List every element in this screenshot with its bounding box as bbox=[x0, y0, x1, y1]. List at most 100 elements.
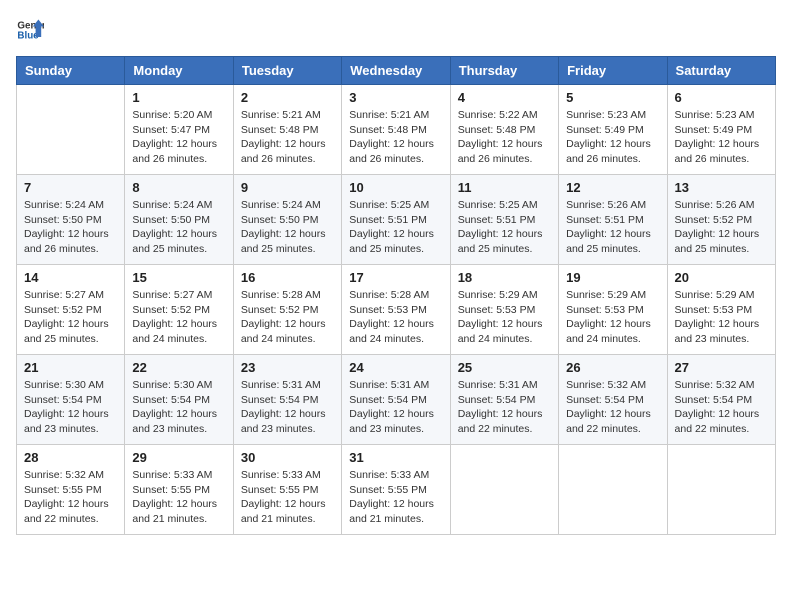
calendar-cell: 7 Sunrise: 5:24 AM Sunset: 5:50 PM Daylig… bbox=[17, 175, 125, 265]
calendar-cell: 22 Sunrise: 5:30 AM Sunset: 5:54 PM Dayli… bbox=[125, 355, 233, 445]
col-header-tuesday: Tuesday bbox=[233, 57, 341, 85]
day-info: Sunrise: 5:32 AM Sunset: 5:54 PM Dayligh… bbox=[675, 378, 768, 437]
day-number: 6 bbox=[675, 90, 768, 105]
calendar-cell: 29Sunrise: 5:33 AM Sunset: 5:55 PM Dayli… bbox=[125, 445, 233, 535]
calendar-cell: 20 Sunrise: 5:29 AM Sunset: 5:53 PM Dayli… bbox=[667, 265, 775, 355]
calendar-cell bbox=[667, 445, 775, 535]
day-number: 17 bbox=[349, 270, 442, 285]
day-number: 4 bbox=[458, 90, 551, 105]
day-number: 1 bbox=[132, 90, 225, 105]
col-header-friday: Friday bbox=[559, 57, 667, 85]
calendar-week-5: 28 Sunrise: 5:32 AM Sunset: 5:55 PM Dayli… bbox=[17, 445, 776, 535]
day-number: 16 bbox=[241, 270, 334, 285]
day-info: Sunrise: 5:31 AM Sunset: 5:54 PM Dayligh… bbox=[458, 378, 551, 437]
calendar-cell: 16 Sunrise: 5:28 AM Sunset: 5:52 PM Dayli… bbox=[233, 265, 341, 355]
day-info: Sunrise: 5:23 AM Sunset: 5:49 PM Dayligh… bbox=[566, 108, 659, 167]
col-header-saturday: Saturday bbox=[667, 57, 775, 85]
day-number: 26 bbox=[566, 360, 659, 375]
day-info: Sunrise: 5:29 AM Sunset: 5:53 PM Dayligh… bbox=[675, 288, 768, 347]
calendar-cell: 27 Sunrise: 5:32 AM Sunset: 5:54 PM Dayli… bbox=[667, 355, 775, 445]
logo-icon: General Blue bbox=[16, 16, 44, 44]
page-header: General Blue bbox=[16, 16, 776, 44]
day-info: Sunrise: 5:24 AM Sunset: 5:50 PM Dayligh… bbox=[241, 198, 334, 257]
day-info: Sunrise: 5:21 AM Sunset: 5:48 PM Dayligh… bbox=[241, 108, 334, 167]
calendar-cell: 4 Sunrise: 5:22 AM Sunset: 5:48 PM Daylig… bbox=[450, 85, 558, 175]
day-number: 31 bbox=[349, 450, 442, 465]
day-info: Sunrise: 5:31 AM Sunset: 5:54 PM Dayligh… bbox=[349, 378, 442, 437]
calendar-cell: 23 Sunrise: 5:31 AM Sunset: 5:54 PM Dayli… bbox=[233, 355, 341, 445]
calendar-week-3: 14 Sunrise: 5:27 AM Sunset: 5:52 PM Dayli… bbox=[17, 265, 776, 355]
calendar-cell: 1 Sunrise: 5:20 AM Sunset: 5:47 PM Daylig… bbox=[125, 85, 233, 175]
calendar-cell: 31 Sunrise: 5:33 AM Sunset: 5:55 PM Dayli… bbox=[342, 445, 450, 535]
day-number: 15 bbox=[132, 270, 225, 285]
day-number: 20 bbox=[675, 270, 768, 285]
calendar-cell: 21 Sunrise: 5:30 AM Sunset: 5:54 PM Dayli… bbox=[17, 355, 125, 445]
day-info: Sunrise: 5:24 AM Sunset: 5:50 PM Dayligh… bbox=[132, 198, 225, 257]
day-number: 2 bbox=[241, 90, 334, 105]
calendar-cell: 15 Sunrise: 5:27 AM Sunset: 5:52 PM Dayli… bbox=[125, 265, 233, 355]
day-info: Sunrise: 5:30 AM Sunset: 5:54 PM Dayligh… bbox=[24, 378, 117, 437]
calendar-header: SundayMondayTuesdayWednesdayThursdayFrid… bbox=[17, 57, 776, 85]
calendar-cell: 30Sunrise: 5:33 AM Sunset: 5:55 PM Dayli… bbox=[233, 445, 341, 535]
calendar-cell: 24Sunrise: 5:31 AM Sunset: 5:54 PM Dayli… bbox=[342, 355, 450, 445]
calendar-week-2: 7 Sunrise: 5:24 AM Sunset: 5:50 PM Daylig… bbox=[17, 175, 776, 265]
calendar-cell: 17Sunrise: 5:28 AM Sunset: 5:53 PM Dayli… bbox=[342, 265, 450, 355]
col-header-monday: Monday bbox=[125, 57, 233, 85]
day-info: Sunrise: 5:29 AM Sunset: 5:53 PM Dayligh… bbox=[566, 288, 659, 347]
calendar-cell: 9Sunrise: 5:24 AM Sunset: 5:50 PM Daylig… bbox=[233, 175, 341, 265]
day-number: 19 bbox=[566, 270, 659, 285]
day-info: Sunrise: 5:27 AM Sunset: 5:52 PM Dayligh… bbox=[24, 288, 117, 347]
day-info: Sunrise: 5:32 AM Sunset: 5:55 PM Dayligh… bbox=[24, 468, 117, 527]
day-number: 23 bbox=[241, 360, 334, 375]
day-number: 21 bbox=[24, 360, 117, 375]
day-info: Sunrise: 5:25 AM Sunset: 5:51 PM Dayligh… bbox=[349, 198, 442, 257]
day-number: 12 bbox=[566, 180, 659, 195]
day-info: Sunrise: 5:33 AM Sunset: 5:55 PM Dayligh… bbox=[132, 468, 225, 527]
logo: General Blue bbox=[16, 16, 44, 44]
day-info: Sunrise: 5:23 AM Sunset: 5:49 PM Dayligh… bbox=[675, 108, 768, 167]
calendar-cell: 18Sunrise: 5:29 AM Sunset: 5:53 PM Dayli… bbox=[450, 265, 558, 355]
day-number: 28 bbox=[24, 450, 117, 465]
day-number: 30 bbox=[241, 450, 334, 465]
calendar-cell: 3Sunrise: 5:21 AM Sunset: 5:48 PM Daylig… bbox=[342, 85, 450, 175]
calendar-cell: 28 Sunrise: 5:32 AM Sunset: 5:55 PM Dayli… bbox=[17, 445, 125, 535]
day-number: 13 bbox=[675, 180, 768, 195]
day-info: Sunrise: 5:21 AM Sunset: 5:48 PM Dayligh… bbox=[349, 108, 442, 167]
day-info: Sunrise: 5:26 AM Sunset: 5:52 PM Dayligh… bbox=[675, 198, 768, 257]
calendar-cell bbox=[450, 445, 558, 535]
calendar-cell bbox=[17, 85, 125, 175]
day-number: 22 bbox=[132, 360, 225, 375]
day-info: Sunrise: 5:20 AM Sunset: 5:47 PM Dayligh… bbox=[132, 108, 225, 167]
day-number: 7 bbox=[24, 180, 117, 195]
calendar-week-1: 1 Sunrise: 5:20 AM Sunset: 5:47 PM Daylig… bbox=[17, 85, 776, 175]
calendar-cell: 14 Sunrise: 5:27 AM Sunset: 5:52 PM Dayli… bbox=[17, 265, 125, 355]
day-info: Sunrise: 5:33 AM Sunset: 5:55 PM Dayligh… bbox=[349, 468, 442, 527]
calendar-cell bbox=[559, 445, 667, 535]
calendar-cell: 10Sunrise: 5:25 AM Sunset: 5:51 PM Dayli… bbox=[342, 175, 450, 265]
day-number: 27 bbox=[675, 360, 768, 375]
day-info: Sunrise: 5:26 AM Sunset: 5:51 PM Dayligh… bbox=[566, 198, 659, 257]
calendar-cell: 11 Sunrise: 5:25 AM Sunset: 5:51 PM Dayli… bbox=[450, 175, 558, 265]
day-info: Sunrise: 5:28 AM Sunset: 5:52 PM Dayligh… bbox=[241, 288, 334, 347]
day-number: 8 bbox=[132, 180, 225, 195]
day-info: Sunrise: 5:24 AM Sunset: 5:50 PM Dayligh… bbox=[24, 198, 117, 257]
day-info: Sunrise: 5:22 AM Sunset: 5:48 PM Dayligh… bbox=[458, 108, 551, 167]
day-info: Sunrise: 5:27 AM Sunset: 5:52 PM Dayligh… bbox=[132, 288, 225, 347]
col-header-sunday: Sunday bbox=[17, 57, 125, 85]
calendar-cell: 25 Sunrise: 5:31 AM Sunset: 5:54 PM Dayli… bbox=[450, 355, 558, 445]
calendar-cell: 6 Sunrise: 5:23 AM Sunset: 5:49 PM Daylig… bbox=[667, 85, 775, 175]
calendar-cell: 19 Sunrise: 5:29 AM Sunset: 5:53 PM Dayli… bbox=[559, 265, 667, 355]
calendar-cell: 12 Sunrise: 5:26 AM Sunset: 5:51 PM Dayli… bbox=[559, 175, 667, 265]
calendar-cell: 13 Sunrise: 5:26 AM Sunset: 5:52 PM Dayli… bbox=[667, 175, 775, 265]
col-header-thursday: Thursday bbox=[450, 57, 558, 85]
day-info: Sunrise: 5:30 AM Sunset: 5:54 PM Dayligh… bbox=[132, 378, 225, 437]
day-number: 14 bbox=[24, 270, 117, 285]
calendar-cell: 5Sunrise: 5:23 AM Sunset: 5:49 PM Daylig… bbox=[559, 85, 667, 175]
day-info: Sunrise: 5:25 AM Sunset: 5:51 PM Dayligh… bbox=[458, 198, 551, 257]
calendar-cell: 8 Sunrise: 5:24 AM Sunset: 5:50 PM Daylig… bbox=[125, 175, 233, 265]
calendar-cell: 2 Sunrise: 5:21 AM Sunset: 5:48 PM Daylig… bbox=[233, 85, 341, 175]
day-number: 11 bbox=[458, 180, 551, 195]
col-header-wednesday: Wednesday bbox=[342, 57, 450, 85]
day-number: 25 bbox=[458, 360, 551, 375]
day-info: Sunrise: 5:31 AM Sunset: 5:54 PM Dayligh… bbox=[241, 378, 334, 437]
